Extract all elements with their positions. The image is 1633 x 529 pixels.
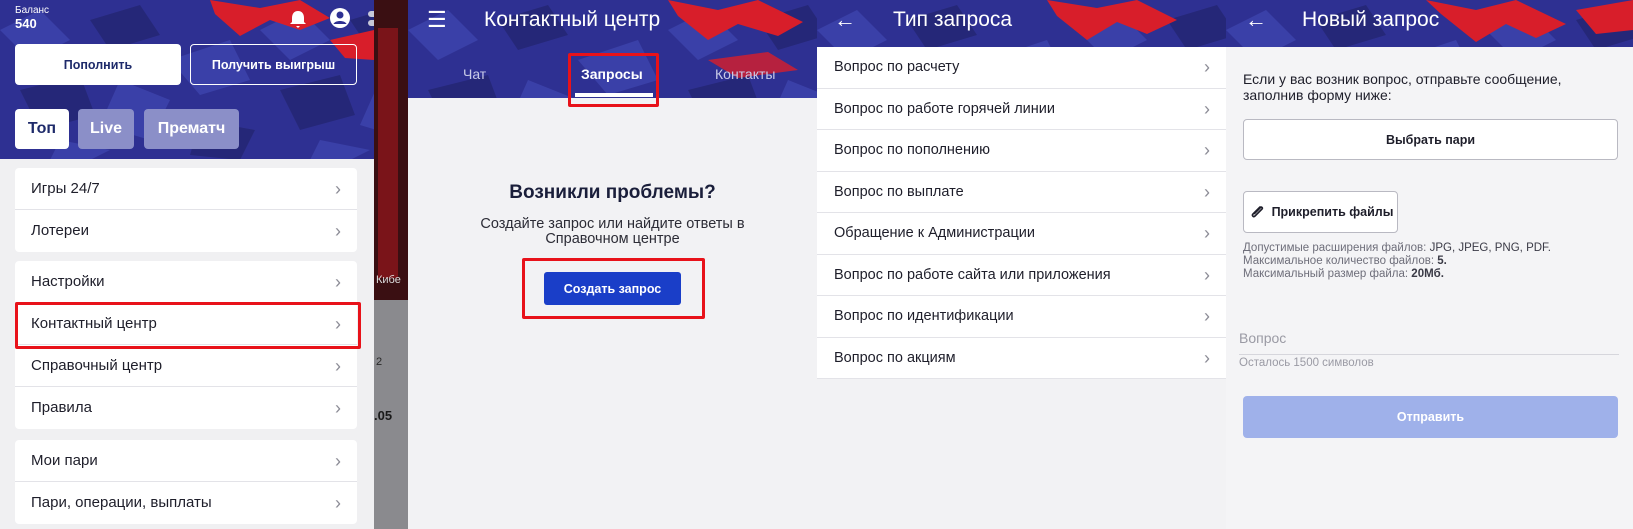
menu-item-label: Справочный центр — [31, 357, 163, 374]
new-request-header: ← Новый запрос — [1226, 0, 1633, 47]
header-background — [817, 0, 1226, 47]
send-button[interactable]: Отправить — [1243, 396, 1618, 438]
menu-group-games: Игры 24/7 › Лотереи › — [15, 168, 357, 252]
balance-label: Баланс — [15, 5, 50, 16]
request-type-label: Вопрос по идентификации — [834, 308, 1014, 324]
chevron-right-icon: › — [335, 221, 341, 241]
menu-header: Баланс 540 Пополнить Получить выигрыш То… — [0, 0, 374, 159]
menu-item-label: Правила — [31, 399, 92, 416]
menu-item-rules[interactable]: Правила › — [15, 387, 357, 429]
attach-files-label: Прикрепить файлы — [1271, 205, 1394, 219]
request-type-item[interactable]: Вопрос по выплате › — [817, 171, 1226, 213]
request-type-label: Вопрос по акциям — [834, 349, 956, 366]
request-type-label: Вопрос по работе сайта или приложения — [834, 266, 1111, 283]
chevron-right-icon: › — [1204, 347, 1210, 368]
menu-item-label: Мои пари — [31, 452, 98, 469]
hamburger-icon[interactable]: ☰ — [427, 7, 447, 33]
highlight-create-request — [522, 258, 705, 319]
request-type-panel: ← Тип запроса Вопрос по расчету › Вопрос … — [817, 0, 1226, 529]
chevron-right-icon: › — [1204, 181, 1210, 202]
request-type-label: Вопрос по выплате — [834, 183, 964, 200]
chevron-right-icon: › — [1204, 57, 1210, 77]
page-title: Новый запрос — [1302, 8, 1440, 31]
balance-value: 540 — [15, 16, 37, 31]
tab-chat[interactable]: Чат — [463, 66, 486, 82]
empty-state-description-2: Справочном центре — [545, 231, 680, 247]
hint-max-count: Максимальное количество файлов: 5. — [1243, 255, 1447, 267]
contact-center-panel: ☰ Контактный центр Чат Запросы Контакты … — [408, 0, 817, 529]
background-category-text: Кибе — [376, 274, 401, 286]
chevron-right-icon: › — [1204, 223, 1210, 243]
deposit-button[interactable]: Пополнить — [15, 44, 181, 85]
menu-item-operations[interactable]: Пари, операции, выплаты › — [15, 482, 357, 524]
file-hints: Допустимые расширения файлов: JPG, JPEG,… — [1243, 242, 1551, 281]
paperclip-icon — [1251, 206, 1263, 218]
back-arrow-icon[interactable]: ← — [1245, 7, 1267, 33]
background-red-stripe — [378, 28, 398, 278]
chevron-right-icon: › — [335, 272, 341, 292]
chevron-right-icon: › — [1204, 306, 1210, 326]
request-type-item[interactable]: Вопрос по идентификации › — [817, 296, 1226, 338]
question-placeholder: Вопрос — [1239, 330, 1287, 346]
menu-item-label: Пари, операции, выплаты — [31, 494, 212, 511]
chevron-right-icon: › — [335, 398, 341, 418]
request-type-header: ← Тип запроса — [817, 0, 1226, 47]
highlight-contact-center — [15, 302, 361, 349]
chars-left-counter: Осталось 1500 символов — [1239, 357, 1374, 369]
menu-group-bets: Мои пари › Пари, операции, выплаты › — [15, 440, 357, 524]
filter-live-button[interactable]: Live — [78, 109, 134, 149]
request-type-item[interactable]: Вопрос по расчету › — [817, 47, 1226, 89]
tab-contacts[interactable]: Контакты — [715, 66, 775, 82]
filter-prematch-button[interactable]: Прематч — [144, 109, 239, 149]
chevron-right-icon: › — [335, 356, 341, 376]
menu-item-help-center[interactable]: Справочный центр › — [15, 345, 357, 387]
withdraw-button[interactable]: Получить выигрыш — [190, 44, 357, 85]
page-title: Тип запроса — [893, 8, 1013, 31]
request-type-item[interactable]: Вопрос по работе горячей линии › — [817, 88, 1226, 130]
request-type-label: Вопрос по пополнению — [834, 142, 990, 158]
request-type-item[interactable]: Вопрос по работе сайта или приложения › — [817, 254, 1226, 296]
menu-item-lotteries[interactable]: Лотереи › — [15, 210, 357, 252]
menu-item-games-24-7[interactable]: Игры 24/7 › — [15, 168, 357, 210]
choose-bets-button[interactable]: Выбрать пари — [1243, 119, 1618, 160]
chevron-right-icon: › — [335, 451, 341, 471]
bell-icon[interactable] — [288, 9, 308, 29]
request-type-item[interactable]: Вопрос по пополнению › — [817, 130, 1226, 172]
chevron-right-icon: › — [1204, 264, 1210, 285]
hint-extensions: Допустимые расширения файлов: JPG, JPEG,… — [1243, 242, 1551, 254]
highlight-requests-tab — [568, 53, 659, 107]
menu-item-my-bets[interactable]: Мои пари › — [15, 440, 357, 482]
back-arrow-icon[interactable]: ← — [834, 7, 856, 33]
chevron-right-icon: › — [335, 493, 341, 513]
chevron-right-icon: › — [335, 179, 341, 199]
form-intro-2: заполнив форму ниже: — [1243, 87, 1392, 103]
request-type-item[interactable]: Обращение к Администрации › — [817, 213, 1226, 255]
hint-max-size: Максимальный размер файла: 20Мб. — [1243, 268, 1444, 280]
user-icon[interactable] — [329, 7, 351, 29]
filter-top-button[interactable]: Топ — [15, 109, 69, 149]
page-title: Контактный центр — [484, 8, 661, 31]
attach-files-button[interactable]: Прикрепить файлы — [1243, 191, 1398, 233]
background-number-2: .05 — [374, 408, 393, 423]
question-field[interactable]: Вопрос — [1239, 322, 1619, 355]
chevron-right-icon: › — [1204, 98, 1210, 119]
menu-item-label: Лотереи — [31, 222, 89, 239]
background-app-strip: Кибе 2 .05 — [374, 0, 408, 529]
new-request-panel: ← Новый запрос Если у вас возник вопрос,… — [1226, 0, 1633, 529]
menu-item-label: Игры 24/7 — [31, 180, 100, 197]
chevron-right-icon: › — [1204, 140, 1210, 160]
form-intro-1: Если у вас возник вопрос, отправьте сооб… — [1243, 71, 1562, 87]
menu-item-label: Настройки — [31, 273, 105, 290]
empty-state-description-1: Создайте запрос или найдите ответы в — [480, 216, 745, 232]
side-menu-panel: Баланс 540 Пополнить Получить выигрыш То… — [0, 0, 374, 529]
request-type-list: Вопрос по расчету › Вопрос по работе горя… — [817, 47, 1226, 379]
menu-item-settings[interactable]: Настройки › — [15, 261, 357, 303]
empty-state-heading: Возникли проблемы? — [509, 182, 716, 203]
request-type-item[interactable]: Вопрос по акциям › — [817, 337, 1226, 379]
request-type-label: Обращение к Администрации — [834, 225, 1035, 241]
request-type-label: Вопрос по расчету — [834, 59, 960, 75]
background-number-1: 2 — [376, 356, 383, 368]
request-type-label: Вопрос по работе горячей линии — [834, 100, 1055, 117]
